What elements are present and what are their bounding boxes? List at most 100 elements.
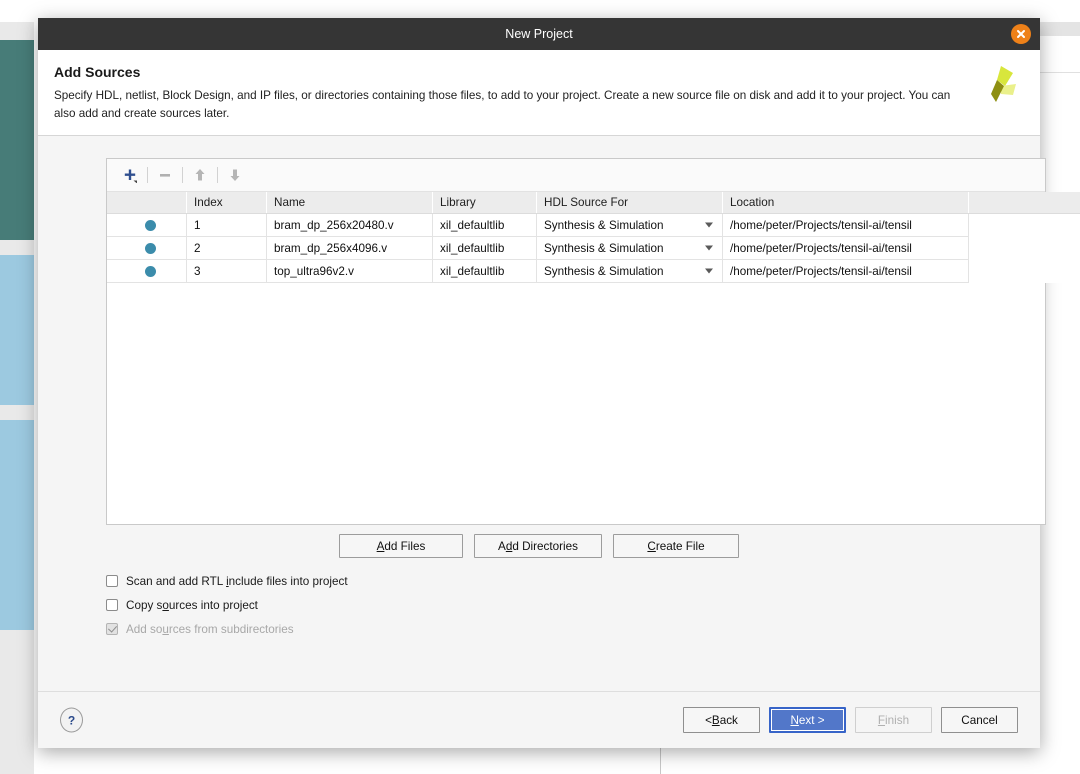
- status-dot-icon: [144, 242, 156, 254]
- row-hdl-source-select[interactable]: Synthesis & Simulation: [536, 259, 723, 283]
- sources-table-body: 1 bram_dp_256x20480.v xil_defaultlib Syn…: [107, 213, 1080, 283]
- row-status-cell: [107, 259, 187, 283]
- file-action-buttons: Add Files Add Directories Create File: [38, 534, 1040, 558]
- back-post: ack: [719, 713, 738, 727]
- row-spacer: [968, 236, 1080, 260]
- add-files-accel: A: [376, 539, 385, 553]
- column-header-spacer: [968, 192, 1080, 214]
- create-file-button[interactable]: Create File: [613, 534, 739, 558]
- dialog-footer: ? < Back Next > Finish Cancel: [38, 691, 1040, 748]
- sources-table: Index Name Library HDL Source For Locati…: [107, 192, 1080, 283]
- background-panel-blue-1: [0, 255, 34, 405]
- copy-sources-pre: Copy s: [126, 598, 163, 612]
- row-location: /home/peter/Projects/tensil-ai/tensil: [722, 259, 969, 283]
- dialog-titlebar: New Project: [38, 18, 1040, 50]
- row-status-cell: [107, 236, 187, 260]
- help-icon: ?: [67, 713, 76, 727]
- background-panel-blue-2: [0, 420, 34, 630]
- finish-accel: F: [877, 713, 886, 727]
- row-hdl-source-select[interactable]: Synthesis & Simulation: [536, 236, 723, 260]
- arrow-up-icon[interactable]: [187, 163, 213, 187]
- column-header-hdl-source-for[interactable]: HDL Source For: [536, 192, 723, 214]
- background-right-grey: [1040, 22, 1080, 36]
- row-hdl-source-value: Synthesis & Simulation: [544, 241, 664, 255]
- checkbox-scan-rtl-label: Scan and add RTL include files into proj…: [126, 575, 348, 588]
- create-file-post: reate File: [655, 539, 705, 553]
- checkbox-copy-sources[interactable]: Copy sources into project: [106, 594, 348, 616]
- row-status-cell: [107, 213, 187, 237]
- row-hdl-source-value: Synthesis & Simulation: [544, 218, 664, 232]
- arrow-down-icon[interactable]: [222, 163, 248, 187]
- next-accel: N: [790, 713, 799, 727]
- column-header-name[interactable]: Name: [266, 192, 433, 214]
- back-accel: B: [711, 713, 720, 727]
- row-library: xil_defaultlib: [432, 259, 537, 283]
- minus-icon[interactable]: [152, 163, 178, 187]
- row-index: 2: [186, 236, 267, 260]
- background-right-hline: [1040, 72, 1080, 73]
- chevron-down-icon: [705, 222, 713, 228]
- row-location: /home/peter/Projects/tensil-ai/tensil: [722, 213, 969, 237]
- row-library: xil_defaultlib: [432, 213, 537, 237]
- table-header-row: Index Name Library HDL Source For Locati…: [107, 192, 1080, 214]
- cancel-button[interactable]: Cancel: [941, 707, 1018, 733]
- row-location: /home/peter/Projects/tensil-ai/tensil: [722, 236, 969, 260]
- row-name: top_ultra96v2.v: [266, 259, 433, 283]
- dialog-title: New Project: [505, 27, 573, 41]
- table-row[interactable]: 1 bram_dp_256x20480.v xil_defaultlib Syn…: [107, 213, 1080, 237]
- scan-rtl-post: nclude files into project: [228, 574, 348, 588]
- background-panel-teal: [0, 40, 34, 240]
- wizard-navigation: < Back Next > Finish Cancel: [683, 707, 1018, 733]
- background-vertical-divider: [660, 748, 661, 774]
- add-files-button[interactable]: Add Files: [339, 534, 463, 558]
- new-project-dialog: New Project Add Sources Specify HDL, net…: [38, 18, 1080, 748]
- add-subdirs-post: rces from subdirectories: [168, 622, 294, 636]
- help-button[interactable]: ?: [60, 707, 83, 733]
- next-button-inner: Next >: [772, 710, 843, 730]
- row-name: bram_dp_256x20480.v: [266, 213, 433, 237]
- dialog-header: Add Sources Specify HDL, netlist, Block …: [38, 50, 1040, 136]
- copy-sources-post: urces into project: [168, 598, 258, 612]
- add-dirs-pre: A: [498, 539, 506, 553]
- row-hdl-source-value: Synthesis & Simulation: [544, 264, 664, 278]
- table-row[interactable]: 3 top_ultra96v2.v xil_defaultlib Synthes…: [107, 259, 1080, 283]
- add-directories-button[interactable]: Add Directories: [474, 534, 602, 558]
- table-empty-area: [107, 283, 1045, 524]
- dialog-body: Index Name Library HDL Source For Locati…: [38, 136, 1080, 691]
- cancel-label: Cancel: [961, 713, 998, 727]
- sources-panel: Index Name Library HDL Source For Locati…: [106, 158, 1080, 525]
- toolbar-separator: [217, 167, 218, 183]
- add-subdirs-pre: Add so: [126, 622, 163, 636]
- xilinx-logo-icon: [980, 64, 1022, 108]
- row-hdl-source-select[interactable]: Synthesis & Simulation: [536, 213, 723, 237]
- close-icon[interactable]: [1011, 24, 1031, 44]
- plus-icon[interactable]: [117, 163, 143, 187]
- table-row[interactable]: 2 bram_dp_256x4096.v xil_defaultlib Synt…: [107, 236, 1080, 260]
- row-library: xil_defaultlib: [432, 236, 537, 260]
- row-spacer: [968, 259, 1080, 283]
- row-spacer: [968, 213, 1080, 237]
- column-header-index[interactable]: Index: [186, 192, 267, 214]
- status-dot-icon: [144, 219, 156, 231]
- sources-toolbar: [107, 159, 1045, 192]
- create-file-accel: C: [647, 539, 656, 553]
- row-name: bram_dp_256x4096.v: [266, 236, 433, 260]
- row-index: 3: [186, 259, 267, 283]
- back-button[interactable]: < Back: [683, 707, 760, 733]
- page-description: Specify HDL, netlist, Block Design, and …: [54, 89, 951, 121]
- checkbox-scan-rtl-box[interactable]: [106, 575, 118, 587]
- column-header-status[interactable]: [107, 192, 187, 214]
- finish-post: inish: [885, 713, 910, 727]
- column-header-location[interactable]: Location: [722, 192, 969, 214]
- finish-button: Finish: [855, 707, 932, 733]
- checkbox-copy-sources-box[interactable]: [106, 599, 118, 611]
- next-button[interactable]: Next >: [769, 707, 846, 733]
- column-header-library[interactable]: Library: [432, 192, 537, 214]
- page-title: Add Sources: [54, 64, 141, 80]
- checkbox-scan-rtl-include[interactable]: Scan and add RTL include files into proj…: [106, 570, 348, 592]
- checkbox-add-subdirectories-box: [106, 623, 118, 635]
- source-options: Scan and add RTL include files into proj…: [106, 570, 348, 642]
- screen-root: New Project Add Sources Specify HDL, net…: [0, 0, 1080, 774]
- toolbar-separator: [182, 167, 183, 183]
- checkbox-copy-sources-label: Copy sources into project: [126, 599, 258, 612]
